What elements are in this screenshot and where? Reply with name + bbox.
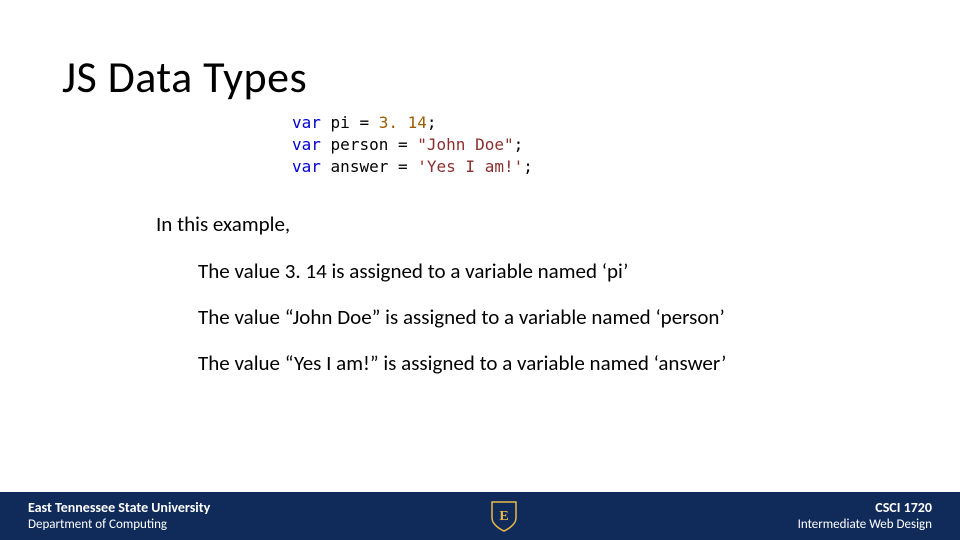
intro-text: In this example, [156, 210, 290, 238]
footer-bar: East Tennessee State University Departme… [0, 492, 960, 540]
identifier: answer [331, 157, 389, 176]
identifier: pi [331, 113, 350, 132]
footer-right: CSCI 1720 Intermediate Web Design [798, 499, 960, 533]
footer-course-name: Intermediate Web Design [798, 517, 932, 533]
keyword: var [292, 157, 321, 176]
string-literal: 'Yes I am!' [417, 157, 523, 176]
keyword: var [292, 135, 321, 154]
semicolon: ; [514, 135, 524, 154]
semicolon: ; [427, 113, 437, 132]
slide-title: JS Data Types [62, 50, 307, 104]
footer-center: E [210, 500, 797, 532]
code-block: var pi = 3. 14; var person = "John Doe";… [292, 112, 533, 178]
semicolon: ; [523, 157, 533, 176]
keyword: var [292, 113, 321, 132]
footer-left: East Tennessee State University Departme… [0, 499, 210, 533]
bullet-item: The value 3. 14 is assigned to a variabl… [198, 252, 726, 292]
identifier: person [331, 135, 389, 154]
string-literal: "John Doe" [417, 135, 513, 154]
bullet-list: The value 3. 14 is assigned to a variabl… [198, 252, 726, 390]
operator: = [398, 135, 408, 154]
code-line-2: var person = "John Doe"; [292, 134, 533, 156]
footer-university: East Tennessee State University [28, 499, 210, 517]
shield-icon: E [490, 500, 518, 532]
slide: JS Data Types var pi = 3. 14; var person… [0, 0, 960, 540]
bullet-item: The value “John Doe” is assigned to a va… [198, 298, 726, 338]
footer-course-code: CSCI 1720 [798, 499, 932, 517]
code-line-1: var pi = 3. 14; [292, 112, 533, 134]
shield-letter: E [499, 509, 508, 524]
bullet-item: The value “Yes I am!” is assigned to a v… [198, 344, 726, 384]
number-literal: 3. 14 [379, 113, 427, 132]
operator: = [359, 113, 369, 132]
footer-department: Department of Computing [28, 517, 210, 533]
operator: = [398, 157, 408, 176]
code-line-3: var answer = 'Yes I am!'; [292, 156, 533, 178]
